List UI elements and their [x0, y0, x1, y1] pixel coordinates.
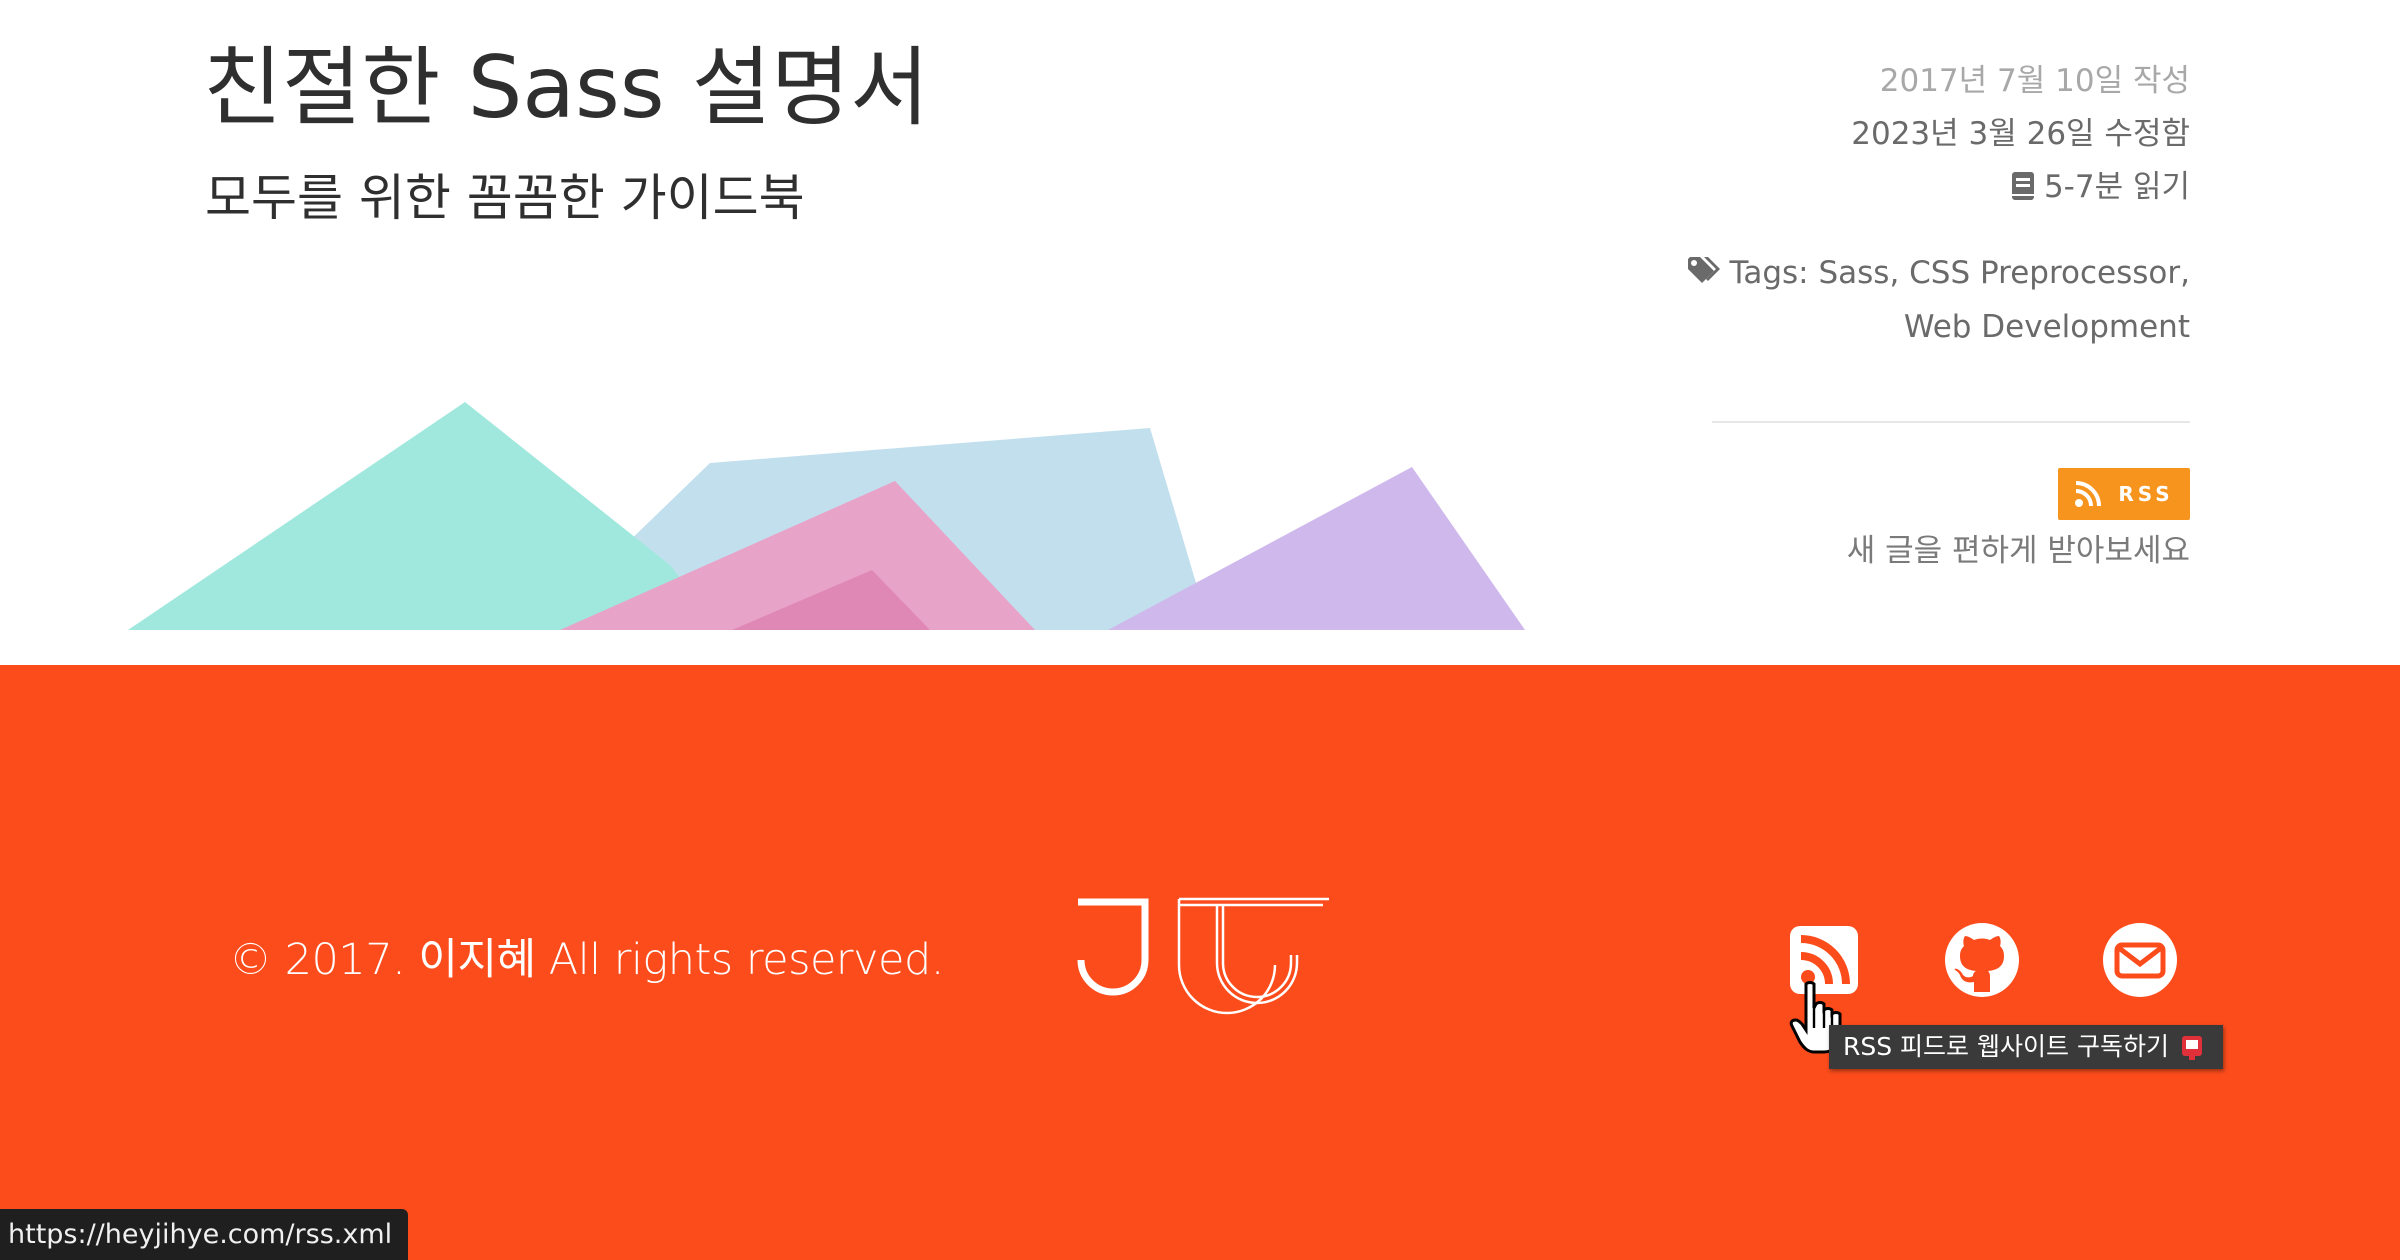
tags: Tags: Sass, CSS Preprocessor, Web Develop…	[1590, 246, 2190, 354]
rss-button-label: RSS	[2118, 482, 2174, 506]
hero-illustration	[128, 402, 1525, 630]
rss-icon	[2075, 481, 2102, 507]
book-icon	[2011, 172, 2034, 200]
tooltip-text: RSS 피드로 웹사이트 구독하기	[1843, 1032, 2169, 1061]
copyright-text: © 2017. 이지혜 All rights reserved.	[229, 935, 944, 985]
github-icon	[1945, 923, 2019, 997]
jj-logo[interactable]	[1075, 895, 1331, 1019]
post-header: 친절한 Sass 설명서 모두를 위한 꼼꼼한 가이드북 2017년 7월 10…	[0, 0, 2400, 665]
footer-github-link[interactable]	[1942, 920, 2022, 1000]
subscribe-note: 새 글을 편하게 받아보세요	[1846, 533, 2190, 569]
modified-date: 2023년 3월 26일 수정함	[1851, 116, 2190, 152]
post-meta: 2017년 7월 10일 작성 2023년 3월 26일 수정함 5-7분 읽기…	[1590, 58, 2190, 354]
mail-icon	[2103, 923, 2177, 997]
bookmark-icon	[2182, 1036, 2202, 1060]
meta-divider	[1712, 421, 2190, 423]
hero-shape-mint	[128, 402, 720, 630]
page-subtitle: 모두를 위한 꼼꼼한 가이드북	[205, 169, 805, 227]
page-title: 친절한 Sass 설명서	[203, 38, 930, 138]
status-bar-url: https://heyjihye.com/rss.xml	[0, 1209, 409, 1260]
created-date: 2017년 7월 10일 작성	[1879, 63, 2190, 99]
site-footer: © 2017. 이지혜 All rights reserved.	[0, 665, 2400, 1260]
footer-email-link[interactable]	[2100, 920, 2180, 1000]
tags-label: Tags: Sass, CSS Preprocessor, Web Develop…	[1729, 255, 2190, 345]
tooltip: RSS 피드로 웹사이트 구독하기	[1829, 1025, 2223, 1069]
tags-icon	[1687, 257, 1720, 283]
reading-time-label: 5-7분 읽기	[2043, 169, 2190, 205]
rss-subscribe-button[interactable]: RSS	[2058, 468, 2190, 520]
reading-time: 5-7분 읽기	[1590, 164, 2190, 210]
